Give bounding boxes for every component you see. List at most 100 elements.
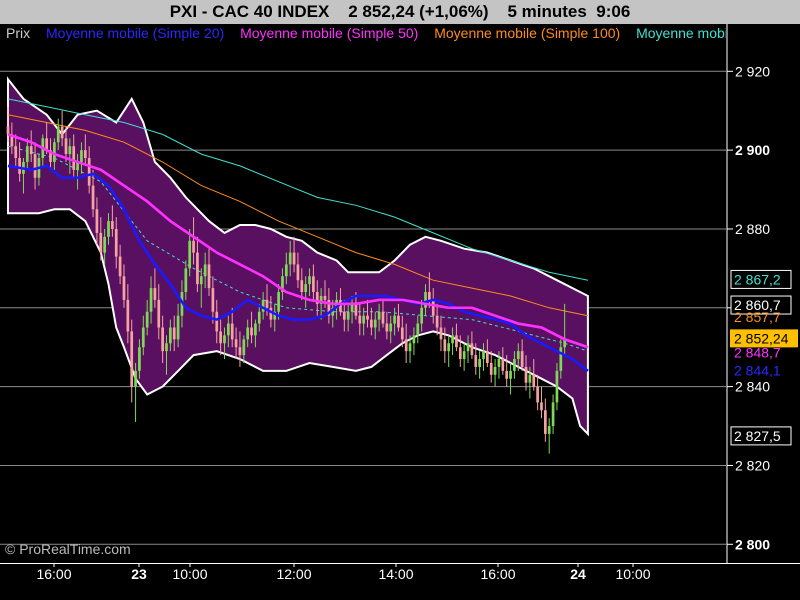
candle xyxy=(130,319,134,403)
candle-body xyxy=(18,158,21,174)
candle-body xyxy=(462,351,466,360)
candle-body xyxy=(29,146,33,155)
candle-body xyxy=(540,402,543,411)
candle-body xyxy=(555,370,559,403)
candle-body xyxy=(312,276,315,293)
time-tick-label: 12:00 xyxy=(276,566,311,582)
price-tag-label: 2 848,7 xyxy=(734,344,781,360)
candle-body xyxy=(196,252,199,285)
candle-body xyxy=(296,264,300,281)
candle-body xyxy=(377,311,381,320)
candle-body xyxy=(551,402,555,427)
candle-body xyxy=(520,351,524,367)
candle-body xyxy=(516,351,520,360)
candle-body xyxy=(497,359,501,367)
candle-body xyxy=(431,299,435,316)
candle-body xyxy=(219,331,222,344)
candle-body xyxy=(451,335,454,344)
candle-body xyxy=(277,292,280,312)
candle-body xyxy=(68,146,72,155)
candle-body xyxy=(354,303,358,316)
candle-body xyxy=(203,264,207,277)
candle xyxy=(478,351,481,379)
candle-body xyxy=(358,315,362,324)
candle-body xyxy=(91,185,95,210)
candle-body xyxy=(559,347,563,371)
candle xyxy=(536,374,539,411)
candle-body xyxy=(428,292,431,300)
candle-body xyxy=(420,307,423,324)
candle-body xyxy=(269,307,273,320)
candle-body xyxy=(543,410,547,434)
candle-body xyxy=(192,240,195,253)
candle-body xyxy=(230,323,234,340)
title-text: PXI - CAC 40 INDEX 2 852,24 (+1,06%) 5 m… xyxy=(169,2,631,21)
price-axis[interactable]: 2 920 2 900 2 880 2 840 2 820 2 800 2 867,2 2 8… xyxy=(726,24,800,564)
candle-body xyxy=(362,315,366,324)
candle-body xyxy=(169,327,172,344)
candle-body xyxy=(223,335,226,344)
candle-body xyxy=(346,311,350,320)
legend-item-price: Prix xyxy=(6,25,31,41)
candle-body xyxy=(242,339,246,356)
legend-item-ma100: Moyenne mobile (Simple 100) xyxy=(434,25,621,41)
candle-body xyxy=(308,276,311,285)
candle-body xyxy=(509,370,512,379)
price-tag: 2 867,2 xyxy=(730,269,792,289)
candle-body xyxy=(373,319,377,328)
candle-body xyxy=(126,299,130,332)
candle-body xyxy=(400,327,404,340)
candle-body xyxy=(33,154,37,178)
candle-body xyxy=(443,339,447,352)
candle-body xyxy=(489,362,493,375)
price-tag: 2 857,7 xyxy=(734,309,781,325)
candle-body xyxy=(141,327,145,348)
candle-body xyxy=(83,150,87,159)
candle-body xyxy=(176,315,180,340)
candle-body xyxy=(528,374,532,383)
candle xyxy=(551,394,555,434)
price-tick-label: 2 920 xyxy=(735,63,770,79)
price-tag: 2 848,7 xyxy=(734,344,781,360)
candle-body xyxy=(323,295,327,300)
time-axis[interactable]: 16:00 23 10:00 12:00 14:00 16:00 24 10:00 xyxy=(0,563,800,600)
time-tick-label: 16:00 xyxy=(480,566,515,582)
candle-body xyxy=(25,146,29,162)
legend-item-ma20: Moyenne mobile (Simple 20) xyxy=(46,25,225,41)
candle-body xyxy=(389,323,393,332)
candle-body xyxy=(424,292,427,308)
price-tag-label: 2 827,5 xyxy=(734,428,781,444)
candle-body xyxy=(412,335,416,344)
price-tag-label: 2 844,1 xyxy=(734,362,781,378)
candle-body xyxy=(122,276,126,300)
candle-body xyxy=(466,343,470,352)
candle-body xyxy=(370,319,373,328)
candle-body xyxy=(134,370,137,387)
candle-body xyxy=(238,347,242,356)
candle-body xyxy=(458,347,462,360)
candle xyxy=(547,418,551,454)
candle-body xyxy=(524,366,528,383)
plot-area[interactable] xyxy=(0,24,726,564)
price-tag-label: 2 867,2 xyxy=(734,271,781,287)
candle-body xyxy=(501,359,505,371)
candle-body xyxy=(207,264,211,289)
candle-body xyxy=(493,366,497,375)
candle-body xyxy=(56,126,60,143)
candle-body xyxy=(250,327,253,336)
candle-body xyxy=(118,256,122,277)
candle-body xyxy=(470,343,474,356)
candle-body xyxy=(246,327,250,340)
candle-body xyxy=(447,343,451,352)
candle-body xyxy=(80,150,83,162)
candle-body xyxy=(385,323,389,332)
candle-body xyxy=(64,138,68,155)
price-tick-label: 2 820 xyxy=(735,457,770,473)
candle-body xyxy=(172,327,176,340)
candle-body xyxy=(261,299,265,312)
candle-body xyxy=(254,323,257,336)
candle-body xyxy=(149,288,153,312)
candle-body xyxy=(111,221,114,229)
candle-body xyxy=(265,299,269,308)
candle xyxy=(543,398,547,442)
